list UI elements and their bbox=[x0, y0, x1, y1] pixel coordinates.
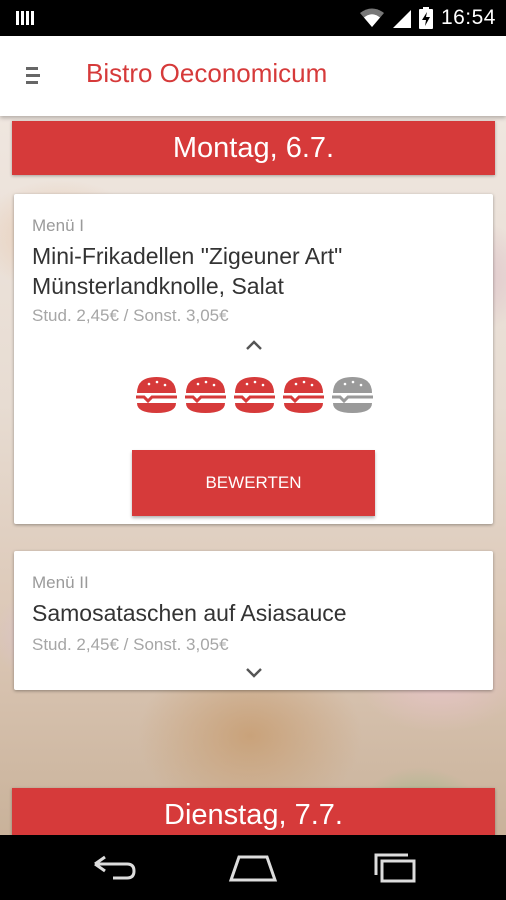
home-icon[interactable] bbox=[227, 851, 279, 885]
menu-label: Menü I bbox=[32, 216, 84, 235]
app-bar: Bistro Oeconomicum bbox=[0, 36, 506, 116]
burger-rating-icon[interactable] bbox=[330, 374, 375, 416]
clock: 16:54 bbox=[440, 6, 496, 29]
price: Stud. 2,45€ / Sonst. 3,05€ bbox=[32, 306, 229, 325]
burger-rating-icon[interactable] bbox=[232, 374, 277, 416]
wifi-icon bbox=[359, 8, 384, 27]
price: Stud. 2,45€ / Sonst. 3,05€ bbox=[32, 635, 229, 654]
chevron-down-icon[interactable] bbox=[242, 665, 266, 681]
meal-name-line-1: Samosataschen auf Asiasauce bbox=[32, 600, 347, 626]
back-icon[interactable] bbox=[87, 851, 139, 885]
status-icons: 16:54 bbox=[359, 6, 496, 30]
meal-name-line-1: Mini-Frikadellen "Zigeuner Art" bbox=[32, 243, 343, 269]
day-header: Dienstag, 7.7. bbox=[12, 788, 495, 835]
meal-name-line-2: Münsterlandknolle, Salat bbox=[32, 273, 284, 299]
status-bar: 16:54 bbox=[0, 0, 506, 36]
menu-card[interactable]: Menü II Samosataschen auf Asiasauce Stud… bbox=[14, 551, 493, 690]
navigation-bar bbox=[0, 835, 506, 900]
signal-icon bbox=[392, 10, 411, 28]
rate-button[interactable]: BEWERTEN bbox=[132, 450, 375, 516]
barcode-notification-icon bbox=[16, 9, 34, 27]
burger-rating-icon[interactable] bbox=[281, 374, 326, 416]
chevron-up-icon[interactable] bbox=[242, 337, 266, 353]
drawer-menu-icon[interactable] bbox=[18, 61, 52, 91]
app-title: Bistro Oeconomicum bbox=[86, 58, 328, 88]
day-header: Montag, 6.7. bbox=[12, 121, 495, 175]
recent-apps-icon[interactable] bbox=[370, 851, 422, 885]
battery-charging-icon bbox=[418, 7, 433, 29]
menu-list[interactable]: Montag, 6.7. Menü I Mini-Frikadellen "Zi… bbox=[0, 116, 506, 835]
burger-rating-icon[interactable] bbox=[183, 374, 228, 416]
menu-card[interactable]: Menü I Mini-Frikadellen "Zigeuner Art" M… bbox=[14, 194, 493, 524]
menu-label: Menü II bbox=[32, 573, 89, 592]
rating-row bbox=[134, 374, 375, 416]
burger-rating-icon[interactable] bbox=[134, 374, 179, 416]
